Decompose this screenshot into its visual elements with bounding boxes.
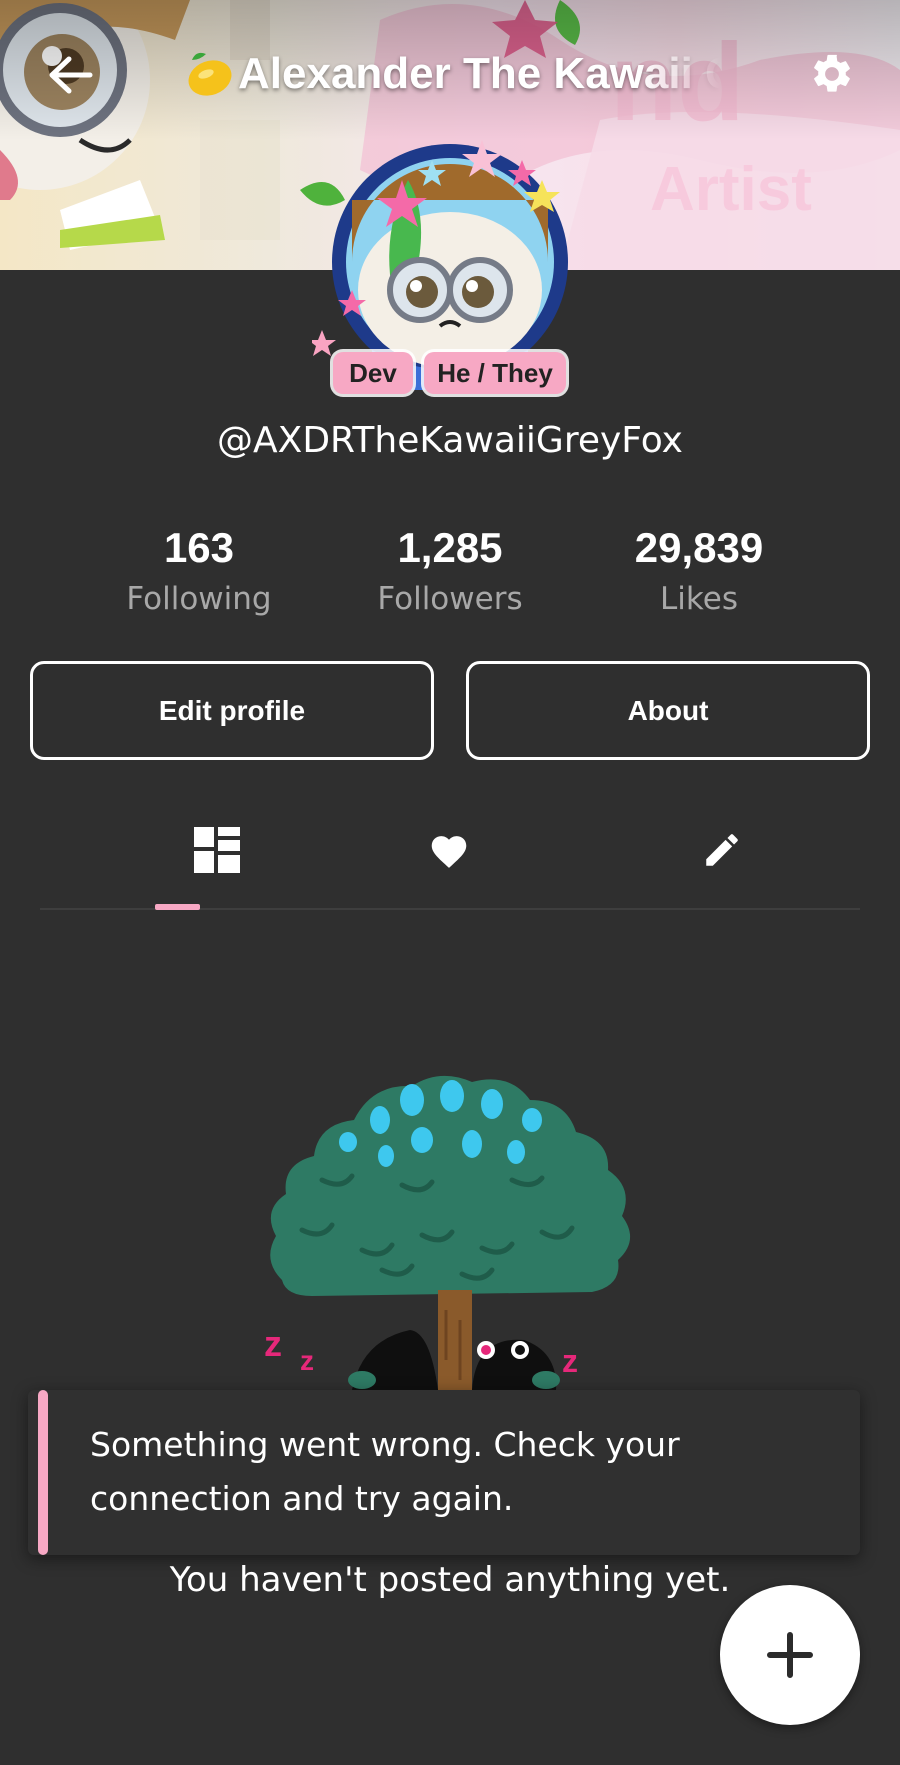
top-bar: Alexander The Kawaii Grey Fox xyxy=(0,0,900,150)
likes-count: 29,839 xyxy=(634,524,764,571)
following-stat[interactable]: 163 Following xyxy=(74,522,324,620)
page-title: Alexander The Kawaii Grey Fox xyxy=(180,44,720,104)
pencil-icon xyxy=(706,834,738,866)
role-badge: Dev xyxy=(333,352,413,394)
error-toast[interactable]: Something went wrong. Check your connect… xyxy=(28,1390,860,1555)
profile-stats: 163 Following 1,285 Followers 29,839 Lik… xyxy=(0,522,900,632)
tab-likes[interactable] xyxy=(409,820,489,880)
back-arrow-icon xyxy=(49,56,93,94)
page-title-text: Alexander The Kawaii Grey Fox xyxy=(238,49,720,98)
toast-message: Something went wrong. Check your connect… xyxy=(90,1425,680,1518)
profile-tabs xyxy=(40,800,860,910)
likes-stat[interactable]: 29,839 Likes xyxy=(574,522,824,620)
following-label: Following xyxy=(126,581,272,617)
following-count: 163 xyxy=(163,524,235,571)
edit-profile-button[interactable]: Edit profile xyxy=(30,661,434,760)
svg-text:z: z xyxy=(300,1345,314,1376)
create-post-button[interactable] xyxy=(720,1585,860,1725)
gear-icon xyxy=(814,54,850,92)
about-button[interactable]: About xyxy=(466,661,870,760)
pronoun-badge: He / They xyxy=(424,352,566,394)
heart-icon xyxy=(431,836,467,868)
svg-text:z: z xyxy=(264,1323,282,1364)
sleeping-tree-illustration: z z z xyxy=(264,1075,631,1390)
settings-button[interactable] xyxy=(802,44,862,104)
likes-label: Likes xyxy=(660,581,738,617)
followers-count: 1,285 xyxy=(397,524,503,571)
tab-drafts[interactable] xyxy=(682,820,762,880)
followers-stat[interactable]: 1,285 Followers xyxy=(325,522,575,620)
toast-accent-bar xyxy=(38,1390,48,1555)
svg-text:z: z xyxy=(562,1343,578,1379)
profile-handle: @AXDRTheKawaiiGreyFox xyxy=(217,420,683,461)
followers-label: Followers xyxy=(377,581,523,617)
active-tab-indicator xyxy=(155,904,200,910)
lemon-icon xyxy=(188,52,232,96)
plus-icon xyxy=(767,1632,813,1678)
tab-posts[interactable] xyxy=(177,820,257,880)
back-button[interactable] xyxy=(40,45,100,105)
svg-text:Artist: Artist xyxy=(650,155,812,224)
posts-grid-icon xyxy=(194,827,240,873)
